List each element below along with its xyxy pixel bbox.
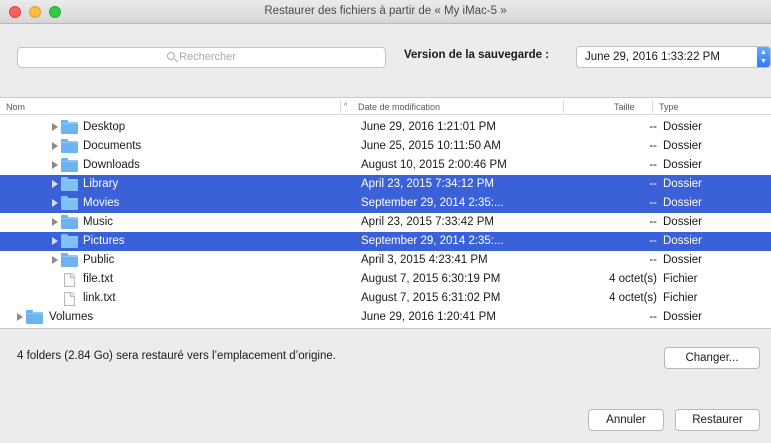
disclosure-triangle-icon[interactable] xyxy=(52,161,58,169)
column-header-size[interactable]: Taille xyxy=(614,102,635,112)
restore-summary: 4 folders (2.84 Go) sera restauré vers l… xyxy=(17,350,336,362)
restore-button[interactable]: Restaurer xyxy=(675,409,760,431)
table-row[interactable]: Downloads August 10, 2015 2:00:46 PM -- … xyxy=(0,156,771,175)
table-row[interactable]: Documents June 25, 2015 10:11:50 AM -- D… xyxy=(0,137,771,156)
alias-file-icon xyxy=(64,292,75,306)
folder-icon xyxy=(26,310,43,324)
table-row-selected[interactable]: Movies September 29, 2014 2:35:... -- Do… xyxy=(0,194,771,213)
backup-version-value: June 29, 2016 1:33:22 PM xyxy=(585,51,720,63)
column-header-type[interactable]: Type xyxy=(659,102,679,112)
folder-icon xyxy=(61,120,78,134)
search-field[interactable]: Rechercher xyxy=(17,47,386,68)
window-title: Restaurer des fichiers à partir de « My … xyxy=(264,5,507,17)
folder-icon xyxy=(61,196,78,210)
sort-ascending-icon: ^ xyxy=(344,103,348,110)
search-icon xyxy=(167,52,176,60)
disclosure-triangle-icon[interactable] xyxy=(17,313,23,321)
folder-icon xyxy=(61,253,78,267)
disclosure-triangle-icon[interactable] xyxy=(52,142,58,150)
backup-version-select[interactable]: June 29, 2016 1:33:22 PM ▲ ▼ xyxy=(576,46,771,68)
table-header: Nom ^ Date de modification Taille Type xyxy=(0,98,771,115)
column-header-name[interactable]: Nom xyxy=(6,102,25,112)
table-row[interactable]: Volumes June 29, 2016 1:20:41 PM -- Doss… xyxy=(0,308,771,327)
search-placeholder: Rechercher xyxy=(179,51,236,63)
table-row[interactable]: link.txt August 7, 2015 6:31:02 PM 4 oct… xyxy=(0,289,771,308)
text-file-icon xyxy=(64,273,75,287)
folder-icon xyxy=(61,177,78,191)
disclosure-triangle-icon[interactable] xyxy=(52,256,58,264)
table-row-selected[interactable]: Pictures September 29, 2014 2:35:... -- … xyxy=(0,232,771,251)
file-table: Nom ^ Date de modification Taille Type D… xyxy=(0,97,771,329)
disclosure-triangle-icon[interactable] xyxy=(52,180,58,188)
table-row[interactable]: Public April 3, 2015 4:23:41 PM -- Dossi… xyxy=(0,251,771,270)
table-row[interactable]: file.txt August 7, 2015 6:30:19 PM 4 oct… xyxy=(0,270,771,289)
folder-icon xyxy=(61,234,78,248)
folder-icon xyxy=(61,158,78,172)
disclosure-triangle-icon[interactable] xyxy=(52,218,58,226)
table-row[interactable]: Music April 23, 2015 7:33:42 PM -- Dossi… xyxy=(0,213,771,232)
table-row-selected[interactable]: Library April 23, 2015 7:34:12 PM -- Dos… xyxy=(0,175,771,194)
folder-icon xyxy=(61,139,78,153)
restore-window: Restaurer des fichiers à partir de « My … xyxy=(0,0,771,443)
up-down-arrows-icon: ▲ ▼ xyxy=(757,47,770,67)
folder-icon xyxy=(61,215,78,229)
disclosure-triangle-icon[interactable] xyxy=(52,123,58,131)
table-row[interactable]: Desktop June 29, 2016 1:21:01 PM -- Doss… xyxy=(0,118,771,137)
backup-version-label: Version de la sauvegarde : xyxy=(404,49,550,61)
disclosure-triangle-icon[interactable] xyxy=(52,237,58,245)
cancel-button[interactable]: Annuler xyxy=(588,409,664,431)
change-location-button[interactable]: Changer... xyxy=(664,347,760,369)
disclosure-triangle-icon[interactable] xyxy=(52,199,58,207)
title-bar: Restaurer des fichiers à partir de « My … xyxy=(0,0,771,24)
column-header-date[interactable]: Date de modification xyxy=(358,102,440,112)
